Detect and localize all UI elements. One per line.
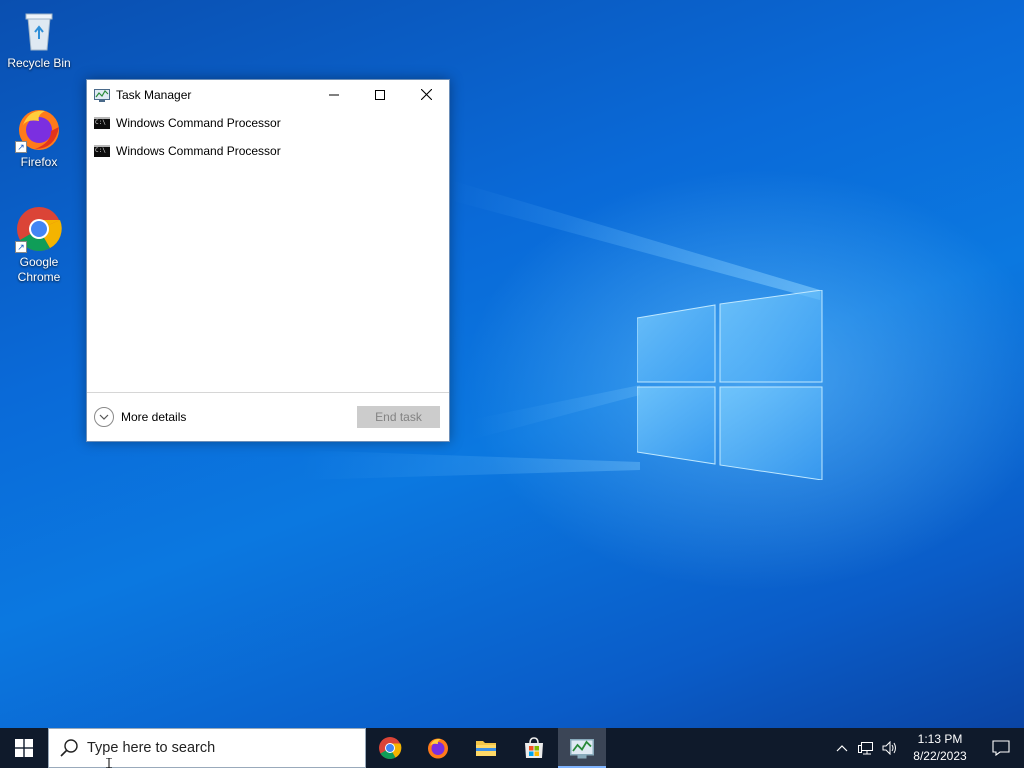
search-icon [60, 739, 78, 757]
desktop-icon-firefox[interactable]: ↗ Firefox [1, 105, 77, 170]
taskbar-firefox[interactable] [414, 728, 462, 768]
chrome-icon: ↗ [15, 205, 63, 253]
desktop-icon-label: Recycle Bin [7, 56, 71, 70]
windows-logo-wallpaper [637, 290, 823, 480]
close-button[interactable] [403, 80, 449, 109]
network-button[interactable] [854, 728, 878, 768]
taskbar-search-box[interactable] [48, 728, 366, 768]
process-row[interactable]: Windows Command Processor [87, 137, 449, 165]
text-cursor-icon [106, 758, 112, 768]
desktop-icon-label: Google Chrome [17, 255, 61, 284]
clock-date: 8/22/2023 [913, 749, 967, 763]
cmd-icon [94, 117, 110, 129]
desktop-icon-chrome[interactable]: ↗ Google Chrome [1, 205, 77, 285]
taskbar: 1:13 PM 8/22/2023 [0, 728, 1024, 768]
firefox-icon [428, 738, 448, 759]
taskbar-chrome[interactable] [366, 728, 414, 768]
more-details-label: More details [121, 410, 187, 424]
store-icon [525, 737, 543, 758]
process-row[interactable]: Windows Command Processor [87, 109, 449, 137]
start-button[interactable] [0, 728, 48, 768]
file-explorer-icon [476, 741, 496, 756]
clock-time: 1:13 PM [917, 732, 963, 746]
taskbar-store[interactable] [510, 728, 558, 768]
minimize-icon [329, 94, 339, 95]
close-icon [420, 89, 432, 100]
cmd-icon [94, 145, 110, 157]
shortcut-arrow-icon: ↗ [15, 141, 27, 153]
minimize-button[interactable] [311, 80, 357, 109]
task-manager-window: Task Manager Windows Command Processor W… [86, 79, 450, 442]
firefox-icon: ↗ [15, 105, 63, 153]
clock-button[interactable]: 1:13 PM 8/22/2023 [902, 731, 978, 765]
chevron-down-icon [94, 407, 114, 427]
process-name: Windows Command Processor [116, 144, 281, 158]
desktop-icon-recycle-bin[interactable]: Recycle Bin [1, 6, 77, 71]
show-hidden-icons-button[interactable] [830, 728, 854, 768]
desktop-icon-label: Firefox [20, 155, 58, 169]
more-details-button[interactable]: More details [94, 407, 186, 427]
notification-icon [992, 740, 1010, 756]
search-input[interactable] [87, 740, 347, 756]
volume-icon [882, 741, 896, 755]
maximize-icon [375, 89, 385, 100]
shortcut-arrow-icon: ↗ [15, 241, 27, 253]
end-task-button[interactable]: End task [357, 406, 440, 428]
action-center-button[interactable] [978, 728, 1024, 768]
recycle-bin-icon [15, 6, 63, 54]
task-manager-icon [94, 88, 110, 102]
maximize-button[interactable] [357, 80, 403, 109]
chevron-up-icon [836, 745, 848, 752]
process-name: Windows Command Processor [116, 116, 281, 130]
task-manager-titlebar[interactable]: Task Manager [87, 80, 449, 109]
task-manager-footer: More details End task [87, 392, 449, 441]
volume-button[interactable] [878, 728, 902, 768]
taskbar-task-manager[interactable] [558, 728, 606, 768]
system-tray: 1:13 PM 8/22/2023 [830, 728, 1024, 768]
window-title: Task Manager [116, 87, 192, 102]
process-list: Windows Command Processor Windows Comman… [87, 109, 449, 165]
windows-start-icon [15, 739, 33, 757]
network-icon [858, 742, 873, 755]
task-manager-icon [570, 739, 594, 759]
chrome-icon [379, 737, 402, 759]
taskbar-file-explorer[interactable] [462, 728, 510, 768]
